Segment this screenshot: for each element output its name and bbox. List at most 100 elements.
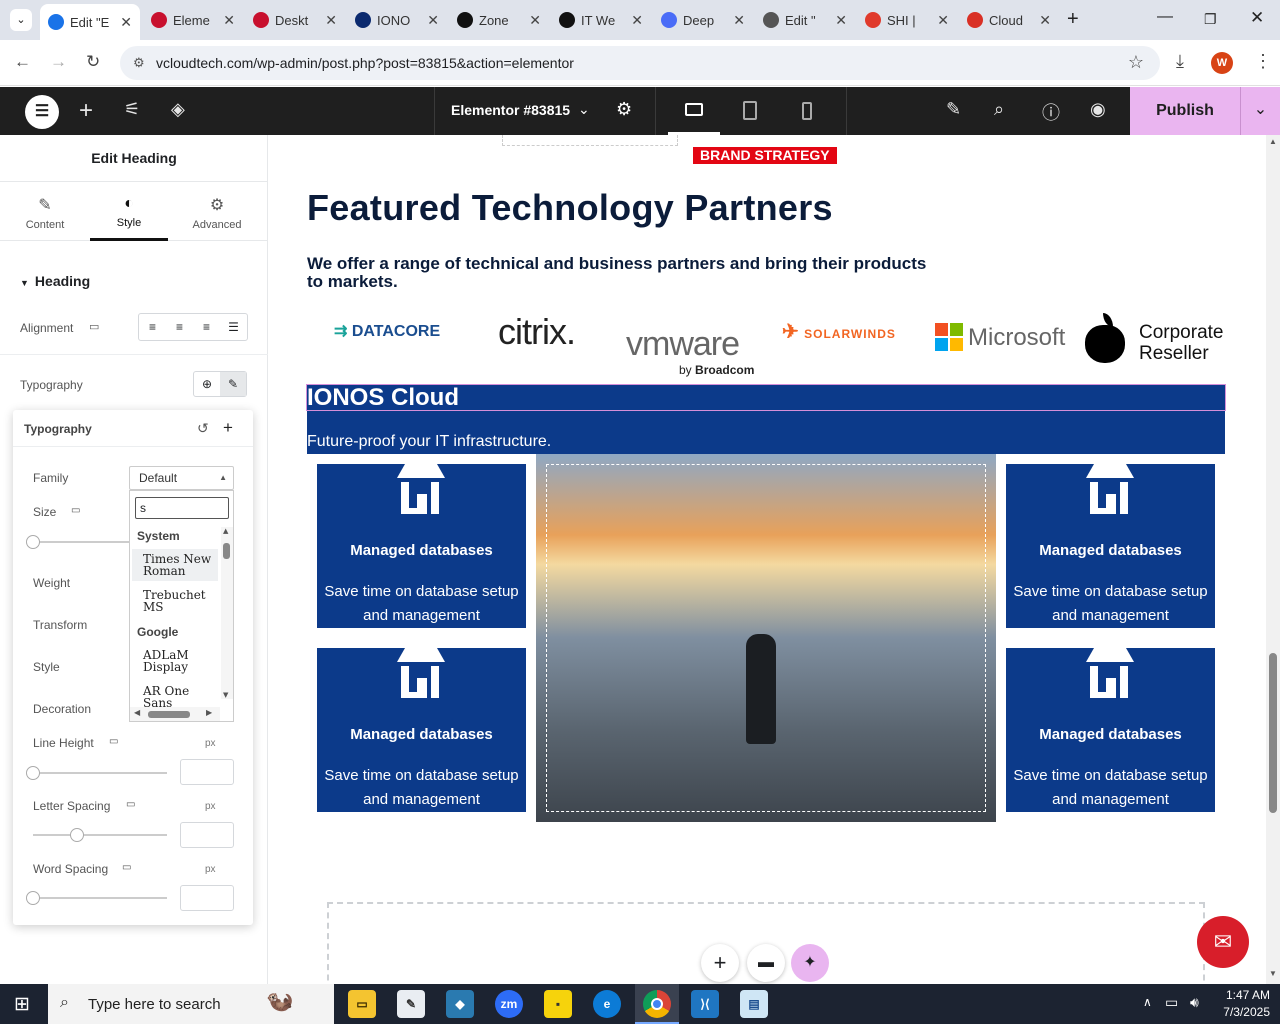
download-icon[interactable]: ⤓ (1176, 51, 1184, 72)
browser-tab[interactable]: Edit " ✕ (755, 6, 855, 34)
structure-layers-icon[interactable]: ◈ (171, 99, 185, 120)
chrome-taskbar-button[interactable] (635, 984, 679, 1024)
device-desktop-button[interactable] (668, 87, 720, 135)
scroll-left-icon[interactable]: ◀ (134, 708, 140, 717)
close-tab-icon[interactable]: ✕ (835, 12, 847, 29)
scroll-up-icon[interactable]: ▲ (223, 527, 228, 535)
section-heading-toggle[interactable]: ▼ Heading (20, 273, 90, 289)
tablet-icon[interactable] (743, 101, 757, 120)
volume-icon[interactable]: 🔊︎ (1190, 994, 1199, 1011)
help-icon[interactable]: ⓘ (1042, 99, 1060, 125)
responsive-desktop-icon[interactable]: ▭ (71, 505, 80, 516)
ionos-cloud-subtitle[interactable]: Future-proof your IT infrastructure. (307, 433, 551, 451)
browser-tab[interactable]: Deep ✕ (653, 6, 753, 34)
responsive-desktop-icon[interactable]: ▭ (89, 320, 99, 333)
profile-avatar[interactable]: W (1211, 52, 1233, 74)
app-icon[interactable]: ◆ (446, 990, 474, 1018)
canvas-scrollbar[interactable]: ▲ ▼ (1266, 135, 1280, 984)
paint-app-icon[interactable]: ✎ (397, 990, 425, 1018)
close-tab-icon[interactable]: ✕ (427, 12, 439, 29)
align-justify-icon[interactable]: ☰ (220, 314, 247, 340)
search-icon[interactable]: ⌕ (994, 99, 1004, 120)
site-settings-icon[interactable]: ⚟ (124, 99, 140, 120)
unit-selector[interactable]: px (205, 864, 216, 875)
unit-selector[interactable]: px (205, 738, 216, 749)
vscode-icon[interactable]: ⟩⟨ (691, 990, 719, 1018)
new-tab-button[interactable]: + (1067, 8, 1079, 31)
notes-icon[interactable]: ✎ (946, 99, 961, 120)
size-slider[interactable] (26, 535, 133, 549)
close-tab-icon[interactable]: ✕ (529, 12, 541, 29)
network-icon[interactable]: ▭ (1165, 994, 1178, 1011)
restore-button[interactable]: ❐ (1204, 11, 1217, 28)
document-title[interactable]: Elementor #83815 (451, 102, 570, 118)
file-explorer-icon[interactable]: ▭ (348, 990, 376, 1018)
scrollbar-thumb[interactable] (1269, 653, 1277, 813)
global-icon[interactable]: ⊕ (194, 372, 220, 396)
close-tab-icon[interactable]: ✕ (325, 12, 337, 29)
align-left-icon[interactable]: ≡ (139, 314, 166, 340)
add-element-icon[interactable]: + (79, 97, 93, 125)
publish-button[interactable]: Publish (1130, 87, 1240, 135)
line-height-slider[interactable] (26, 766, 167, 780)
windows-start-icon[interactable]: ⊞ (14, 993, 30, 1016)
browser-tab[interactable]: Eleme ✕ (143, 6, 243, 34)
add-section-button[interactable]: + (701, 944, 739, 982)
letter-spacing-input[interactable] (180, 822, 234, 848)
chat-bubble-icon[interactable]: ✉ (1197, 916, 1249, 968)
elementor-logo-icon[interactable]: ☰ (25, 95, 59, 129)
line-height-input[interactable] (180, 759, 234, 785)
font-family-select[interactable]: Default ▲ (129, 466, 234, 490)
template-library-folder-icon[interactable]: ▬ (747, 944, 785, 982)
minimize-button[interactable]: — (1157, 8, 1173, 26)
scrollbar-thumb[interactable] (223, 543, 230, 559)
preview-eye-icon[interactable]: ◉ (1090, 99, 1106, 120)
bookmark-star-icon[interactable]: ☆ (1128, 52, 1144, 73)
letter-spacing-slider[interactable] (33, 828, 167, 842)
close-tab-icon[interactable]: ✕ (223, 12, 235, 29)
scrollbar-thumb[interactable] (148, 711, 190, 718)
font-option[interactable]: Times New Roman (132, 549, 218, 581)
page-settings-icon[interactable]: ⚙ (616, 99, 632, 120)
mobile-icon[interactable] (802, 102, 812, 120)
slider-handle[interactable] (70, 828, 84, 842)
forward-icon[interactable]: → (50, 52, 67, 72)
close-tab-icon[interactable]: ✕ (120, 14, 132, 31)
tab-style[interactable]: ◐ Style (90, 183, 168, 241)
browser-tab[interactable]: SHI | ✕ (857, 6, 957, 34)
word-spacing-input[interactable] (180, 885, 234, 911)
slider-handle[interactable] (26, 535, 40, 549)
page-heading[interactable]: Featured Technology Partners (307, 187, 833, 229)
site-info-icon[interactable]: ⚙ (133, 55, 145, 71)
close-tab-icon[interactable]: ✕ (1039, 12, 1051, 29)
responsive-desktop-icon[interactable]: ▭ (126, 799, 135, 810)
publish-options-chevron-icon[interactable]: ⌄ (1240, 87, 1280, 135)
ionos-cloud-heading[interactable]: IONOS Cloud (307, 385, 459, 411)
add-global-icon[interactable]: + (223, 418, 233, 438)
browser-tab[interactable]: IONO ✕ (347, 6, 447, 34)
slider-handle[interactable] (26, 891, 40, 905)
browser-tab[interactable]: Cloud ✕ (959, 6, 1059, 34)
font-option[interactable]: Trebuchet MS (132, 585, 218, 617)
system-clock[interactable]: 1:47 AM 7/3/2025 (1206, 987, 1270, 1021)
font-option[interactable]: AR One Sans (132, 681, 218, 709)
ai-sparkle-icon[interactable]: ✦ (791, 944, 829, 982)
scroll-right-icon[interactable]: ▶ (206, 708, 212, 717)
horizontal-scrollbar[interactable]: ◀ ▶ (130, 707, 220, 721)
close-tab-icon[interactable]: ✕ (631, 12, 643, 29)
chevron-down-icon[interactable]: ⌄ (578, 101, 590, 118)
align-center-icon[interactable]: ≡ (166, 314, 193, 340)
word-spacing-slider[interactable] (26, 891, 167, 905)
tab-content[interactable]: ✎ Content (6, 183, 84, 241)
taskbar-search-box[interactable]: ⌕ Type here to search 🦦 (48, 984, 334, 1024)
slider-handle[interactable] (26, 766, 40, 780)
back-icon[interactable]: ← (14, 52, 31, 72)
scroll-down-icon[interactable]: ▼ (1269, 969, 1277, 978)
responsive-desktop-icon[interactable]: ▭ (122, 862, 131, 873)
unit-selector[interactable]: px (205, 801, 216, 812)
show-hidden-icons-icon[interactable]: ∧ (1143, 995, 1152, 1009)
close-tab-icon[interactable]: ✕ (733, 12, 745, 29)
close-tab-icon[interactable]: ✕ (937, 12, 949, 29)
reset-icon[interactable]: ↺ (197, 420, 209, 437)
dropdown-scrollbar[interactable]: ▲ ▼ (221, 527, 233, 699)
